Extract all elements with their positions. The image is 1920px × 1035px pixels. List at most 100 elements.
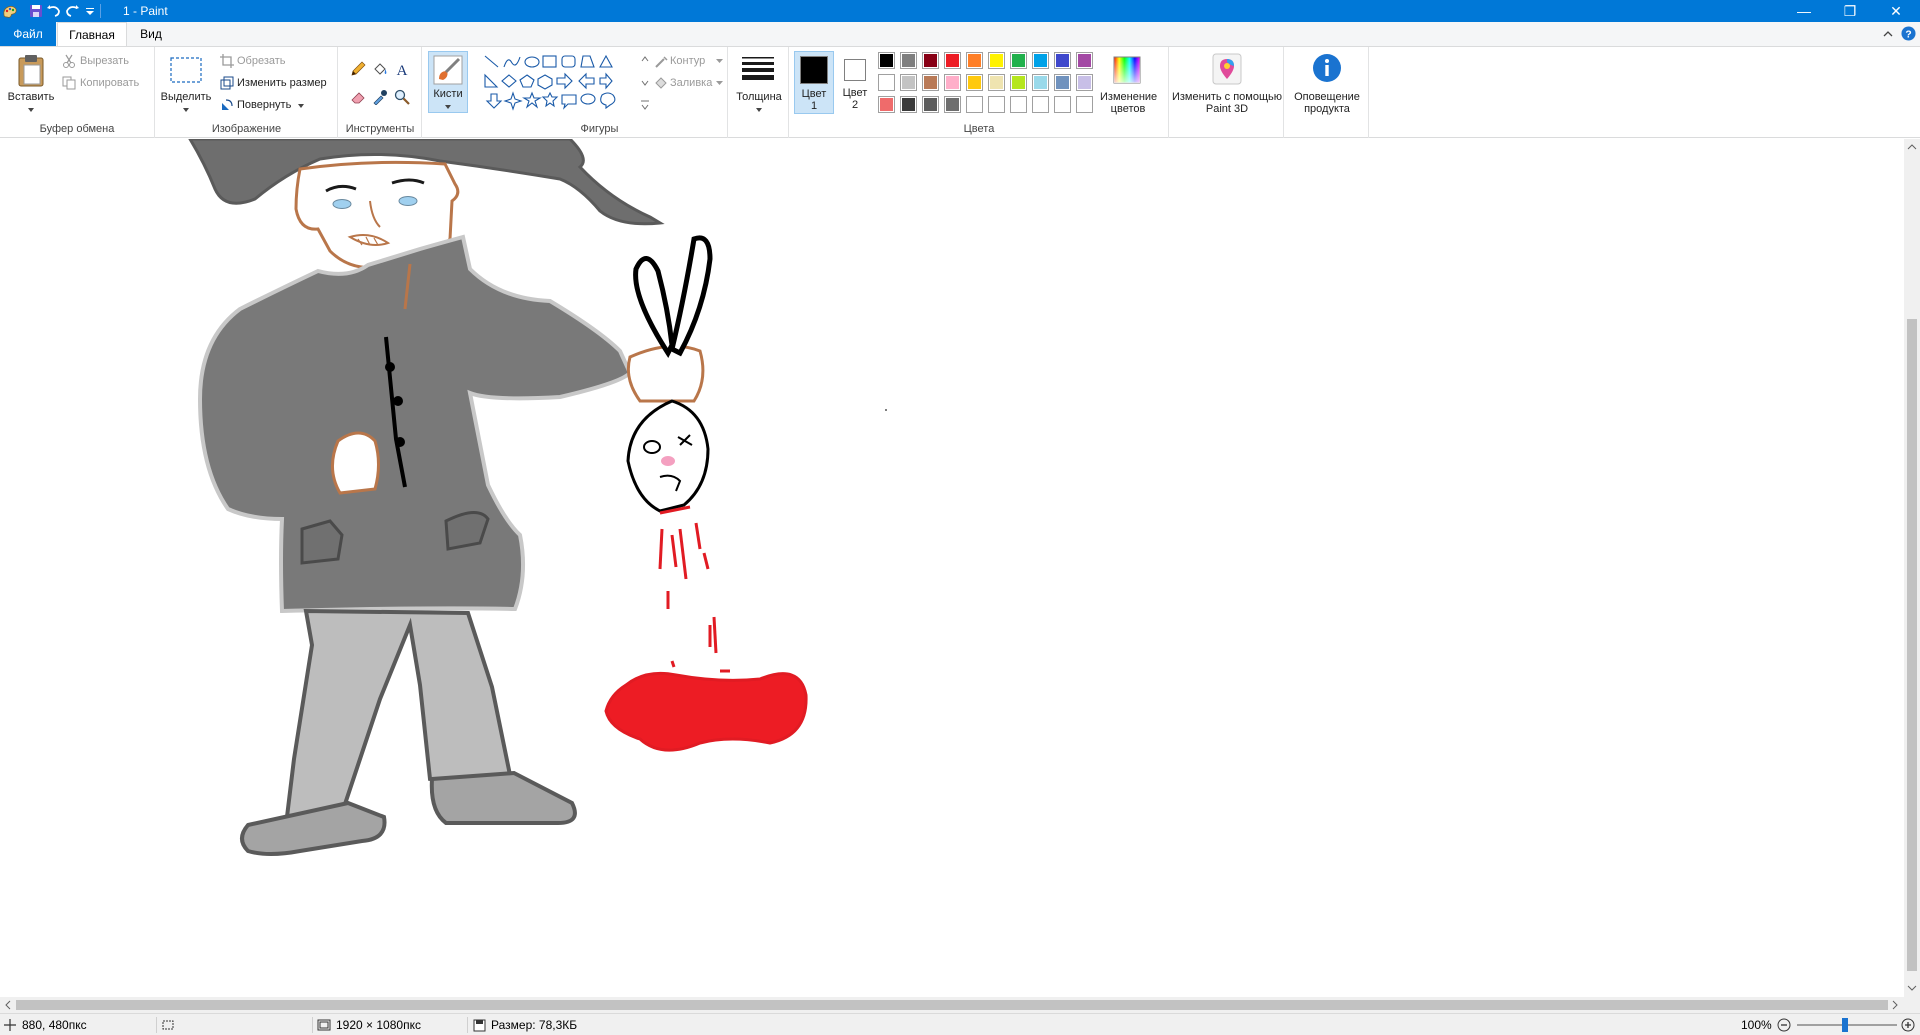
palette-swatch[interactable] (922, 96, 939, 113)
palette-swatch[interactable] (966, 52, 983, 69)
text-tool-icon[interactable]: A (394, 61, 410, 77)
zoom-out-icon[interactable] (1777, 1018, 1791, 1032)
outline-dropdown-icon[interactable] (716, 59, 723, 64)
thickness-icon[interactable] (740, 55, 776, 81)
cut-button[interactable]: Вырезать (80, 55, 129, 67)
scroll-up-icon[interactable] (1907, 142, 1917, 152)
select-dropdown-icon[interactable] (182, 107, 190, 113)
crop-button[interactable]: Обрезать (237, 55, 286, 67)
tab-home[interactable]: Главная (57, 22, 127, 46)
info-icon[interactable] (1312, 53, 1342, 83)
paint3d-icon[interactable] (1212, 53, 1242, 85)
palette-swatch[interactable] (878, 74, 895, 91)
undo-icon[interactable] (46, 3, 62, 19)
palette-swatch[interactable] (900, 74, 917, 91)
tab-view[interactable]: Вид (128, 22, 174, 46)
drawing-canvas[interactable] (0, 139, 1904, 997)
shapes-group: Контур Заливка Фигуры (472, 47, 728, 138)
quick-access-dropdown-icon[interactable] (82, 3, 98, 19)
palette-swatch[interactable] (878, 52, 895, 69)
color-picker-icon[interactable] (372, 89, 388, 105)
zoom-in-icon[interactable] (1901, 1018, 1915, 1032)
restore-button[interactable]: ❐ (1827, 0, 1873, 22)
palette-swatch-color (990, 98, 1003, 111)
paste-icon[interactable] (16, 53, 46, 87)
paste-dropdown-icon[interactable] (27, 107, 35, 113)
outline-button[interactable]: Контур (670, 55, 705, 67)
palette-swatch[interactable] (988, 96, 1005, 113)
palette-swatch[interactable] (988, 52, 1005, 69)
clipboard-group: Вставить Вырезать Копировать Буфер обмен… (0, 47, 155, 138)
pencil-icon[interactable] (350, 61, 366, 77)
palette-swatch[interactable] (900, 96, 917, 113)
palette-swatch[interactable] (900, 52, 917, 69)
thickness-dropdown-icon[interactable] (755, 107, 763, 113)
resize-button[interactable]: Изменить размер (237, 77, 327, 89)
vertical-scrollbar[interactable] (1904, 139, 1920, 997)
palette-swatch-color (880, 98, 893, 111)
scroll-left-icon[interactable] (3, 1000, 13, 1010)
palette-swatch[interactable] (966, 74, 983, 91)
fill-dropdown-icon[interactable] (716, 81, 723, 86)
minimize-button[interactable]: — (1781, 0, 1827, 22)
select-icon[interactable] (170, 57, 202, 83)
palette-swatch[interactable] (988, 74, 1005, 91)
shapes-gallery[interactable] (482, 53, 640, 113)
palette-swatch[interactable] (944, 74, 961, 91)
palette-swatch[interactable] (966, 96, 983, 113)
help-icon[interactable]: ? (1901, 26, 1916, 41)
palette-swatch[interactable] (878, 96, 895, 113)
magnifier-icon[interactable] (394, 89, 410, 105)
close-button[interactable]: ✕ (1873, 0, 1919, 22)
scroll-right-icon[interactable] (1890, 1000, 1900, 1010)
edit-colors-button[interactable]: Изменение цветов (1100, 91, 1157, 115)
zoom-slider-thumb[interactable] (1842, 1018, 1848, 1032)
horizontal-scroll-thumb[interactable] (16, 1000, 1888, 1010)
thickness-button[interactable]: Толщина (729, 91, 789, 103)
palette-swatch[interactable] (1076, 52, 1093, 69)
palette-swatch-color (1012, 76, 1025, 89)
palette-swatch[interactable] (1010, 52, 1027, 69)
palette-swatch[interactable] (1054, 52, 1071, 69)
rotate-button[interactable]: Повернуть (237, 99, 291, 111)
fill-bucket-icon[interactable] (372, 61, 388, 77)
palette-swatch[interactable] (1076, 74, 1093, 91)
image-size-icon (317, 1019, 331, 1031)
color2-button[interactable]: Цвет 2 (836, 51, 876, 114)
select-button[interactable]: Выделить (158, 91, 214, 103)
title-separator (100, 4, 101, 18)
redo-icon[interactable] (64, 3, 80, 19)
paint3d-button[interactable]: Изменить с помощью Paint 3D (1170, 91, 1284, 115)
scroll-down-icon[interactable] (1907, 983, 1917, 993)
color1-button[interactable]: Цвет 1 (794, 51, 834, 114)
palette-swatch[interactable] (944, 96, 961, 113)
palette-swatch[interactable] (1032, 96, 1049, 113)
palette-swatch[interactable] (1010, 96, 1027, 113)
palette-swatch[interactable] (1032, 52, 1049, 69)
palette-swatch[interactable] (1010, 74, 1027, 91)
save-icon[interactable] (28, 3, 44, 19)
brushes-button[interactable]: Кисти (428, 51, 468, 113)
edit-colors-icon[interactable] (1112, 55, 1142, 85)
tab-file[interactable]: Файл (0, 22, 56, 46)
palette-swatch[interactable] (1076, 96, 1093, 113)
eraser-icon[interactable] (350, 89, 366, 105)
notification-button[interactable]: Оповещение продукта (1285, 91, 1369, 115)
canvas-area[interactable] (0, 139, 1904, 997)
rotate-dropdown-icon[interactable] (297, 103, 305, 109)
fill-button[interactable]: Заливка (670, 77, 712, 89)
fill-icon (655, 77, 667, 89)
palette-swatch[interactable] (1032, 74, 1049, 91)
palette-swatch[interactable] (922, 74, 939, 91)
palette-swatch[interactable] (944, 52, 961, 69)
copy-button[interactable]: Копировать (80, 77, 139, 89)
paint-app-icon[interactable] (2, 3, 18, 19)
horizontal-scrollbar[interactable] (0, 997, 1904, 1013)
palette-swatch[interactable] (1054, 96, 1071, 113)
shapes-scroll-icon[interactable] (640, 53, 650, 113)
palette-swatch[interactable] (922, 52, 939, 69)
paste-button[interactable]: Вставить (2, 91, 60, 103)
palette-swatch[interactable] (1054, 74, 1071, 91)
vertical-scroll-thumb[interactable] (1907, 319, 1917, 971)
collapse-ribbon-icon[interactable] (1882, 28, 1894, 40)
